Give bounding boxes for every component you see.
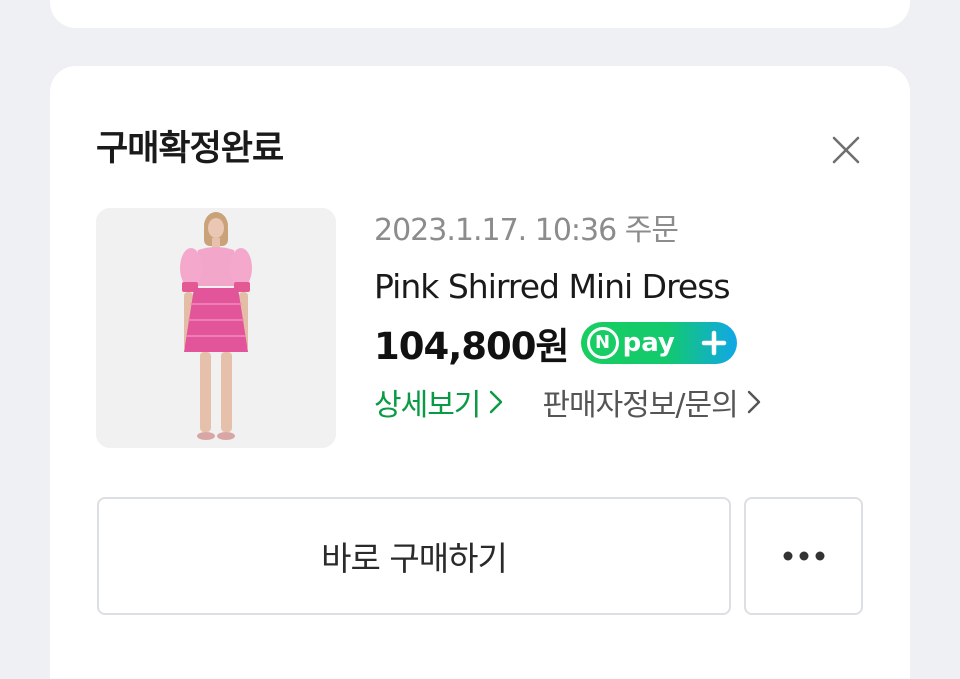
order-card: 구매확정완료 2023.1.17. 10:36 주문 Pink Shirred …	[50, 66, 910, 679]
links-row: 상세보기 판매자정보/문의	[374, 380, 874, 424]
page: 구매확정완료 2023.1.17. 10:36 주문 Pink Shirred …	[0, 0, 960, 679]
card-title: 구매확정완료	[96, 129, 284, 169]
more-horizontal-icon	[783, 551, 824, 561]
npay-label: pay	[622, 328, 675, 358]
more-options-button[interactable]	[744, 497, 863, 615]
chevron-right-icon	[490, 390, 503, 414]
previous-card	[50, 0, 910, 28]
product-price: 104,800원	[374, 325, 570, 368]
order-info: 2023.1.17. 10:36 주문 Pink Shirred Mini Dr…	[374, 208, 874, 424]
view-details-link[interactable]: 상세보기	[374, 380, 504, 424]
seller-info-link[interactable]: 판매자정보/문의	[542, 380, 761, 424]
product-name[interactable]: Pink Shirred Mini Dress	[374, 264, 874, 310]
close-icon	[832, 136, 860, 164]
close-button[interactable]	[826, 130, 866, 170]
view-details-label: 상세보기	[374, 388, 481, 423]
plus-icon	[701, 330, 726, 356]
order-date: 2023.1.17. 10:36 주문	[374, 213, 679, 248]
buy-now-button[interactable]: 바로 구매하기	[97, 497, 731, 615]
product-image[interactable]	[96, 208, 336, 448]
price-row: 104,800원 N pay	[374, 318, 874, 368]
dress-model-illustration	[96, 208, 336, 448]
seller-info-label: 판매자정보/문의	[542, 388, 738, 423]
npay-plus-badge: N pay	[580, 322, 737, 364]
npay-n-logo: N	[586, 327, 619, 359]
buy-now-label: 바로 구매하기	[321, 539, 508, 578]
chevron-right-icon	[747, 390, 760, 414]
